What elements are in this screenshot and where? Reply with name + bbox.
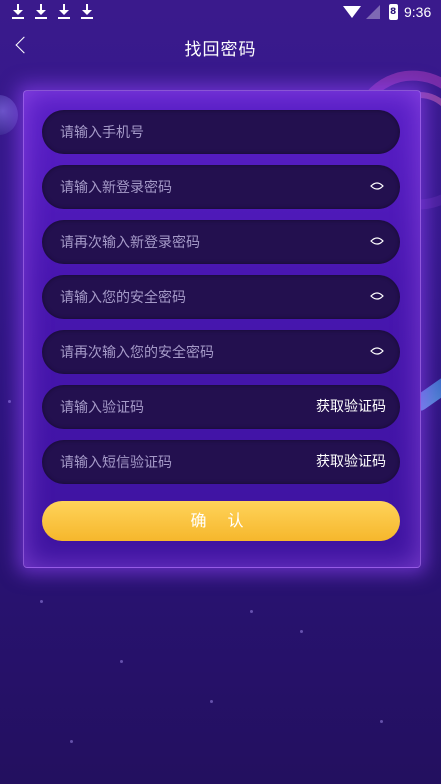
eye-closed-icon[interactable]	[370, 291, 384, 301]
new-password-field[interactable]	[42, 165, 400, 211]
form-card	[23, 90, 421, 568]
decorative-planet	[0, 95, 18, 135]
clock: 9:36	[404, 4, 432, 20]
decorative-star	[210, 700, 213, 703]
security-password-field[interactable]	[42, 275, 400, 321]
decorative-star	[300, 630, 303, 633]
confirm-button[interactable]: 确 认	[42, 501, 400, 541]
wifi-icon	[343, 6, 361, 18]
decorative-star	[250, 610, 253, 613]
decorative-star	[70, 740, 73, 743]
status-bar: 8 9:36	[0, 0, 441, 24]
confirm-security-password-input[interactable]	[58, 330, 322, 376]
verify-code-field[interactable]: 获取验证码	[42, 385, 400, 431]
battery-icon: 8	[389, 4, 398, 20]
phone-input[interactable]	[58, 110, 322, 156]
decorative-star	[8, 400, 11, 403]
decorative-star	[120, 660, 123, 663]
download-icon	[81, 4, 93, 20]
phone-field[interactable]	[42, 110, 400, 156]
eye-closed-icon[interactable]	[370, 181, 384, 191]
sms-code-field[interactable]: 获取验证码	[42, 440, 400, 486]
confirm-new-password-input[interactable]	[58, 220, 322, 266]
signal-icon	[366, 5, 380, 19]
page-title: 找回密码	[184, 40, 257, 60]
decorative-star	[380, 720, 383, 723]
get-verify-code-button[interactable]: 获取验证码	[316, 385, 386, 429]
confirm-new-password-field[interactable]	[42, 220, 400, 266]
eye-closed-icon[interactable]	[370, 236, 384, 246]
get-sms-code-button[interactable]: 获取验证码	[316, 440, 386, 484]
download-icon	[12, 4, 24, 20]
download-icon	[58, 4, 70, 20]
new-password-input[interactable]	[58, 165, 322, 211]
eye-closed-icon[interactable]	[370, 346, 384, 356]
confirm-security-password-field[interactable]	[42, 330, 400, 376]
decorative-star	[40, 600, 43, 603]
verify-code-input[interactable]	[58, 385, 322, 431]
sms-code-input[interactable]	[58, 440, 322, 486]
security-password-input[interactable]	[58, 275, 322, 321]
download-icon	[35, 4, 47, 20]
